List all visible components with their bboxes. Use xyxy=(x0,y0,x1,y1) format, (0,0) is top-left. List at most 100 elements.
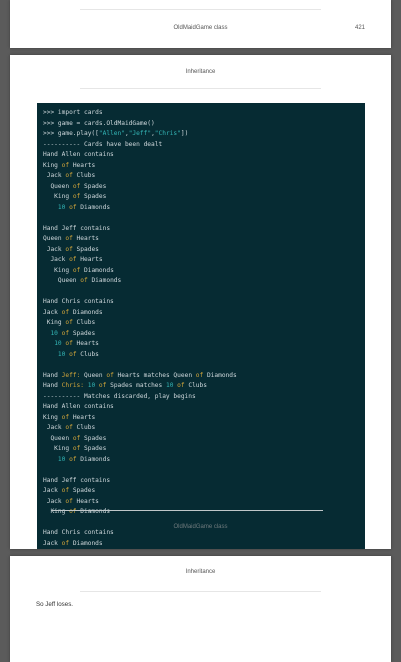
code-token: Hearts xyxy=(76,256,103,263)
code-token: Diamonds xyxy=(203,371,237,379)
code-token: Clubs xyxy=(72,172,96,179)
code-token: Spades matches xyxy=(106,382,166,389)
code-line: King of Clubs xyxy=(43,318,365,329)
code-token: Hearts xyxy=(69,161,96,169)
page-3: Inheritance So Jeff loses. xyxy=(10,556,391,662)
code-token: Diamonds xyxy=(87,277,122,284)
code-token: Hand Allen contains xyxy=(43,151,114,158)
code-token: of xyxy=(69,455,77,463)
code-token: Jack xyxy=(43,424,66,431)
code-token: ---------- Matches discarded, play begin… xyxy=(43,392,196,400)
code-line: King of Hearts xyxy=(43,161,365,172)
code-token: Spades xyxy=(80,445,107,452)
code-token: King xyxy=(43,445,73,452)
header-rule xyxy=(80,591,321,592)
code-token: Clubs xyxy=(184,382,207,389)
code-line: Queen of Spades xyxy=(43,434,365,445)
code-token: of xyxy=(61,161,70,169)
code-token: >>> import cards xyxy=(43,109,103,116)
code-token: Diamonds xyxy=(76,455,111,463)
code-line: 10 of Diamonds xyxy=(43,203,365,214)
code-token: King xyxy=(43,319,66,326)
code-token: King xyxy=(43,266,73,274)
page-footer-title: OldMaidGame class xyxy=(173,25,228,31)
code-line: Hand Jeff contains xyxy=(43,224,365,235)
code-token: Jack xyxy=(43,172,66,179)
code-line: Jack of Diamonds xyxy=(43,308,365,319)
code-line: Hand Allen contains xyxy=(43,402,365,413)
code-token: Spades xyxy=(80,182,107,190)
code-token: Diamonds xyxy=(69,539,103,547)
code-line: >>> import cards xyxy=(43,108,365,119)
code-line: Jack of Spades xyxy=(43,486,365,497)
code-token: 10 xyxy=(50,329,58,337)
code-line: Queen of Diamonds xyxy=(43,276,365,287)
code-token: Jack xyxy=(43,539,62,547)
code-token: King xyxy=(43,413,62,421)
code-token: of xyxy=(61,329,70,337)
code-line: Jack of Hearts xyxy=(43,255,365,266)
page-number: 421 xyxy=(354,25,365,31)
code-token: Clubs xyxy=(72,319,96,326)
code-line: King of Diamonds xyxy=(43,507,365,518)
code-token: of xyxy=(65,340,73,347)
code-token: "Chris" xyxy=(154,130,181,137)
code-line: King of Spades xyxy=(43,192,365,203)
code-token: Hand xyxy=(43,382,62,389)
code-token: ]) xyxy=(180,130,189,137)
code-line: King of Spades xyxy=(43,444,365,455)
code-token: of xyxy=(69,350,77,358)
code-token: Diamonds xyxy=(80,266,114,274)
code-token: of xyxy=(65,497,73,505)
code-line: 10 of Spades xyxy=(43,329,365,340)
code-token: "Allen" xyxy=(98,130,125,137)
page-2: Inheritance >>> import cards >>> game = c… xyxy=(10,55,391,549)
code-token: Queen xyxy=(43,235,66,242)
header-rule xyxy=(80,88,321,89)
code-token: Hearts xyxy=(72,235,99,242)
body-paragraph: So Jeff loses. xyxy=(36,601,74,608)
code-token: Hearts xyxy=(69,413,96,421)
code-token: ---------- Cards have been dealt xyxy=(43,140,163,148)
code-token: of xyxy=(61,539,70,547)
footer-rule-overlay xyxy=(52,510,323,511)
code-line: Hand Jeff: Queen of Hearts matches Queen… xyxy=(43,371,365,382)
code-token: of xyxy=(61,413,70,421)
code-line: >>> game = cards.OldMaidGame() xyxy=(43,119,365,130)
code-line: Hand Chris contains xyxy=(43,297,365,308)
code-token: Clubs xyxy=(72,424,96,431)
code-token: of xyxy=(106,371,114,379)
code-line: ---------- Cards have been dealt xyxy=(43,140,365,151)
code-token: of xyxy=(61,308,70,316)
code-token: Hearts xyxy=(72,340,99,347)
code-token: King xyxy=(43,161,62,169)
code-token: Jack xyxy=(43,256,70,263)
code-line: Queen of Spades xyxy=(43,182,365,193)
code-token: >>> game.play([ xyxy=(43,130,99,137)
page-1: OldMaidGame class 421 xyxy=(10,0,391,48)
code-line: King of Hearts xyxy=(43,413,365,424)
code-token: Hand Chris contains xyxy=(43,298,114,305)
code-token: of xyxy=(69,203,77,211)
code-token: Hand xyxy=(43,371,62,379)
code-token: Jack xyxy=(43,497,66,505)
code-token: Queen xyxy=(43,277,81,284)
code-token: 10 xyxy=(54,340,62,347)
code-token: of xyxy=(177,382,185,389)
code-token: Jack xyxy=(43,308,62,316)
code-line: >>> game.play(["Allen","Jeff","Chris"]) xyxy=(43,129,365,140)
code-line: Hand Allen contains xyxy=(43,150,365,161)
code-token: Spades xyxy=(80,434,107,442)
code-token: Hand Allen contains xyxy=(43,403,114,410)
page-header-title: Inheritance xyxy=(185,569,216,575)
code-token: Spades xyxy=(69,329,96,337)
code-line: Queen of Hearts xyxy=(43,234,365,245)
code-token: Diamonds xyxy=(69,308,103,316)
code-token: of xyxy=(65,235,73,242)
code-token: Jeff: xyxy=(61,371,81,379)
